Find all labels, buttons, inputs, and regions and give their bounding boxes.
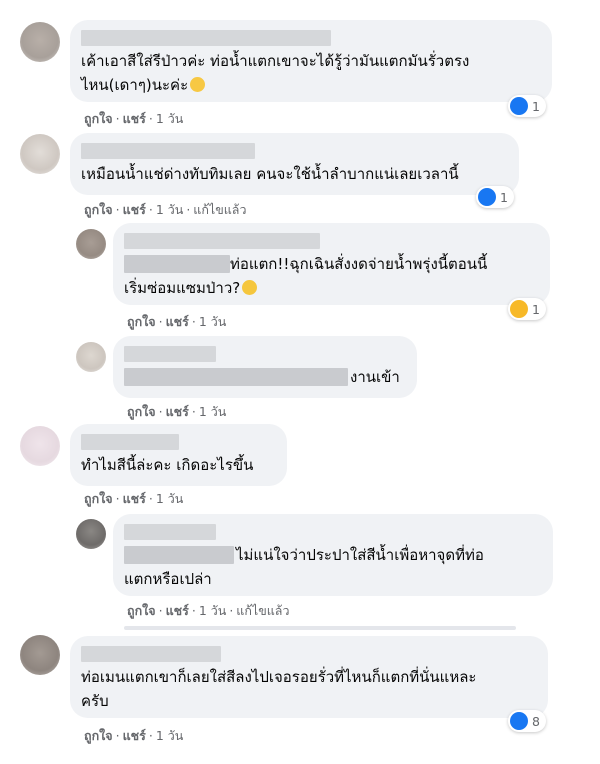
share-button[interactable]: แชร์ (166, 601, 189, 621)
thinking-emoji (242, 280, 258, 295)
comment-text: ครับ (81, 692, 109, 710)
like-icon (510, 97, 528, 115)
avatar[interactable] (20, 635, 60, 675)
comment-actions: ถูกใจ · แชร์ · 1 วัน (84, 109, 183, 129)
share-button[interactable]: แชร์ (123, 200, 146, 220)
avatar[interactable] (20, 426, 60, 466)
timestamp[interactable]: 1 วัน (156, 109, 184, 129)
avatar[interactable] (20, 134, 60, 174)
comment-text: งานเข้า (350, 368, 400, 386)
comment-actions: ถูกใจ · แชร์ · 1 วัน · แก้ไขแล้ว (84, 200, 247, 220)
reaction-summary[interactable]: 1 (476, 186, 514, 208)
like-button[interactable]: ถูกใจ (127, 601, 156, 621)
comment-text: ทำไมสีนี้ล่ะคะ เกิดอะไรขึ้น (81, 456, 254, 474)
commenter-name-redacted[interactable] (81, 646, 221, 662)
comment-text: เค้าเอาสีใส่รีป่าวค่ะ ท่อน้ำแตกเขาจะได้ร… (81, 52, 470, 70)
commenter-name-redacted[interactable] (124, 524, 216, 540)
commenter-name-redacted[interactable] (124, 346, 216, 362)
like-button[interactable]: ถูกใจ (84, 489, 113, 509)
comment-actions: ถูกใจ · แชร์ · 1 วัน · แก้ไขแล้ว (127, 601, 290, 621)
comment-actions: ถูกใจ · แชร์ · 1 วัน (127, 312, 226, 332)
avatar[interactable] (20, 22, 60, 62)
comment-text: ท่อเมนแตกเขาก็เลยใส่สีลงไปเจอรอยรั่วที่ไ… (81, 668, 477, 686)
comment-text: ไม่แน่ใจว่าประปาใส่สีน้ำเพื่อหาจุดที่ท่อ (236, 546, 484, 564)
like-button[interactable]: ถูกใจ (84, 200, 113, 220)
like-button[interactable]: ถูกใจ (84, 726, 113, 746)
edited-label[interactable]: แก้ไขแล้ว (236, 601, 289, 621)
comment-text: ไหน(เดาๆ)นะค่ะ (81, 74, 206, 96)
scroll-divider (124, 626, 516, 630)
wow-icon (510, 300, 528, 318)
redacted-mention (124, 255, 230, 273)
comment-actions: ถูกใจ · แชร์ · 1 วัน (127, 402, 226, 422)
timestamp[interactable]: 1 วัน (199, 601, 227, 621)
like-icon (510, 712, 528, 730)
commenter-name-redacted[interactable] (81, 434, 179, 450)
edited-label[interactable]: แก้ไขแล้ว (193, 200, 246, 220)
timestamp[interactable]: 1 วัน (156, 726, 184, 746)
share-button[interactable]: แชร์ (123, 726, 146, 746)
commenter-name-redacted[interactable] (124, 233, 320, 249)
like-icon (478, 188, 496, 206)
comment-actions: ถูกใจ · แชร์ · 1 วัน (84, 489, 183, 509)
comment-text: เริ่มซ่อมแซมป่าว? (124, 277, 258, 299)
avatar[interactable] (76, 342, 106, 372)
timestamp[interactable]: 1 วัน (156, 489, 184, 509)
comment-text: แตกหรือเปล่า (124, 570, 212, 588)
like-button[interactable]: ถูกใจ (127, 312, 156, 332)
timestamp[interactable]: 1 วัน (199, 402, 227, 422)
like-button[interactable]: ถูกใจ (84, 109, 113, 129)
reaction-summary[interactable]: 1 (508, 298, 546, 320)
avatar[interactable] (76, 519, 106, 549)
comment-actions: ถูกใจ · แชร์ · 1 วัน (84, 726, 183, 746)
comment-text: ท่อแตก!!ฉุกเฉินสั่งงดจ่ายน้ำพรุ่งนี้ตอนน… (230, 255, 488, 273)
share-button[interactable]: แชร์ (123, 489, 146, 509)
timestamp[interactable]: 1 วัน (199, 312, 227, 332)
reaction-summary[interactable]: 8 (508, 710, 546, 732)
redacted-text (124, 546, 234, 564)
redacted-text (124, 368, 348, 386)
share-button[interactable]: แชร์ (166, 402, 189, 422)
share-button[interactable]: แชร์ (166, 312, 189, 332)
commenter-name-redacted[interactable] (81, 30, 331, 46)
share-button[interactable]: แชร์ (123, 109, 146, 129)
like-button[interactable]: ถูกใจ (127, 402, 156, 422)
comment-text: เหมือนน้ำแช่ด่างทับทิมเลย คนจะใช้น้ำลำบา… (81, 165, 459, 183)
commenter-name-redacted[interactable] (81, 143, 255, 159)
smile-emoji (190, 77, 206, 92)
avatar[interactable] (76, 229, 106, 259)
reaction-summary[interactable]: 1 (508, 95, 546, 117)
timestamp[interactable]: 1 วัน (156, 200, 184, 220)
